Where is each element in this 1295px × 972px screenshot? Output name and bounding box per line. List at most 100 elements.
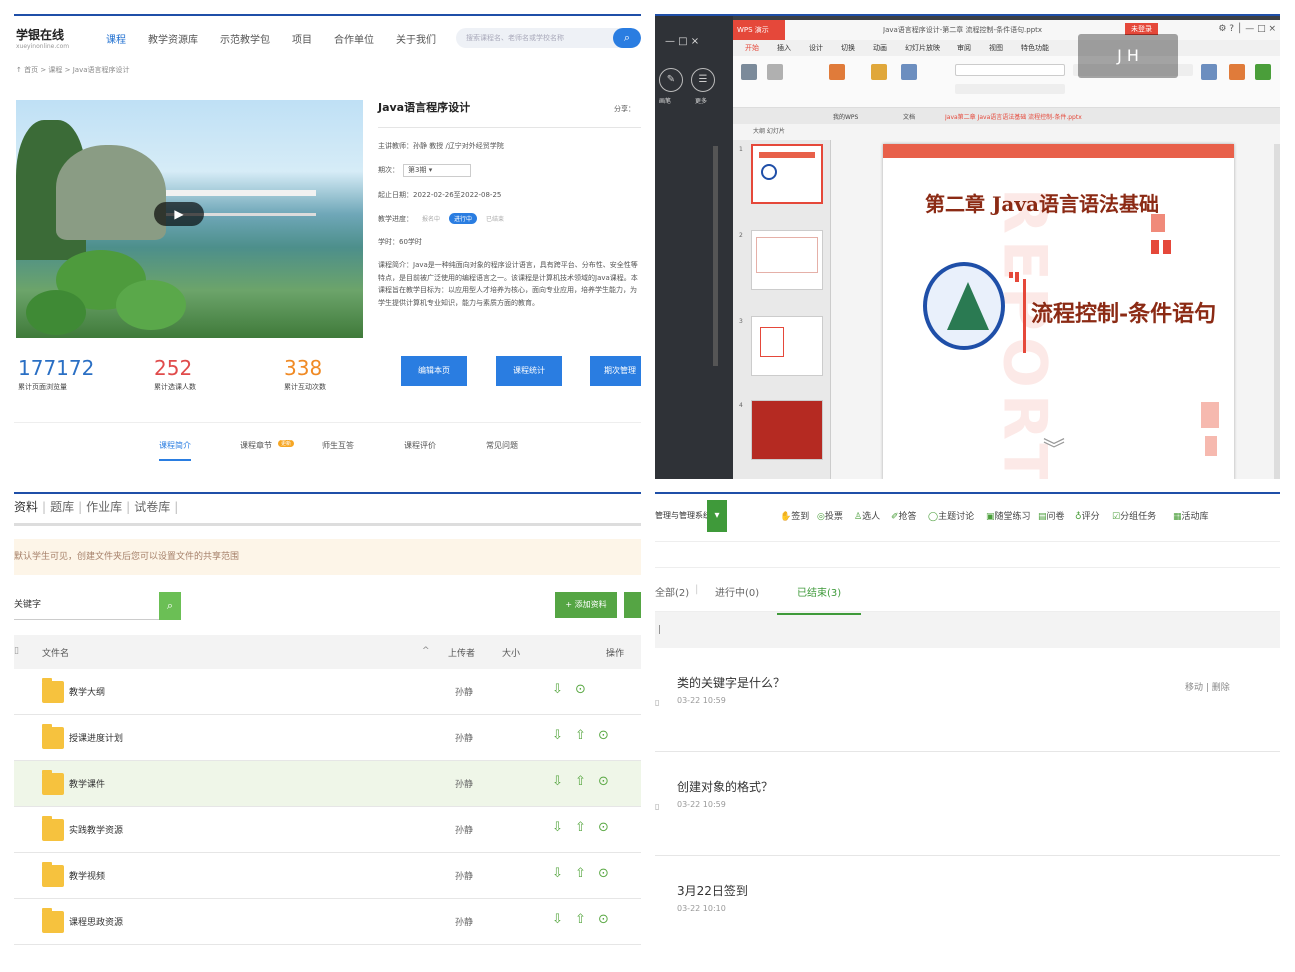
edit-page-button[interactable]: 编辑本页 bbox=[401, 356, 467, 386]
tab-homework-bank[interactable]: 作业库 bbox=[86, 500, 122, 514]
row-action-icons[interactable]: ⇩ ⊙ bbox=[552, 682, 590, 697]
window-controls-icon[interactable]: ⚙ ? │ — □ × bbox=[1218, 24, 1276, 34]
cut-icon[interactable] bbox=[767, 64, 783, 80]
term-manage-button[interactable]: 期次管理 bbox=[590, 356, 641, 386]
slide-thumb-2[interactable] bbox=[751, 230, 823, 290]
table-row[interactable]: 教学大纲 孙静 ⇩ ⊙ bbox=[14, 669, 641, 715]
table-row[interactable]: 课程思政资源 孙静 ⇩ ⇧ ⊙ bbox=[14, 899, 641, 945]
tool-survey[interactable]: ▤问卷 bbox=[1038, 509, 1065, 522]
list-item[interactable]: 3月22日签到 03-22 10:10 bbox=[655, 856, 1280, 958]
term-select[interactable]: 第3期 ▾ bbox=[403, 164, 471, 177]
tab-animation[interactable]: 动画 bbox=[873, 43, 887, 53]
table-row[interactable]: 授课进度计划 孙静 ⇩ ⇧ ⊙ bbox=[14, 715, 641, 761]
tool-sign-in[interactable]: ✋签到 bbox=[780, 509, 809, 522]
tab-faq[interactable]: 常见问题 bbox=[486, 440, 518, 451]
keyword-search-input[interactable]: 关键字 bbox=[14, 592, 159, 620]
font-select[interactable] bbox=[955, 64, 1065, 76]
tab-special[interactable]: 特色功能 bbox=[1021, 43, 1049, 53]
tab-all[interactable]: 全部(2) bbox=[655, 584, 689, 599]
current-slide[interactable]: REPORT 第二章 Java语言语法基础 流程控制-条件语句 ︾ bbox=[883, 144, 1234, 479]
list-item[interactable]: 类的关键字是什么？ ▯ 03-22 10:59 移动 | 删除 bbox=[655, 648, 1280, 752]
tab-materials[interactable]: 资料 bbox=[14, 500, 38, 514]
tab-question-bank[interactable]: 题库 bbox=[50, 500, 74, 514]
class-select[interactable]: 管理与管理系统... ▾ bbox=[655, 500, 727, 532]
tab-reviews[interactable]: 课程评价 bbox=[404, 440, 436, 451]
doc-tab-mywps[interactable]: 我的WPS bbox=[833, 112, 858, 121]
tool-group-task[interactable]: ☑分组任务 bbox=[1112, 509, 1156, 522]
tab-exam-bank[interactable]: 试卷库 bbox=[134, 500, 170, 514]
search-button[interactable]: ⌕ bbox=[613, 28, 641, 48]
table-row[interactable]: 教学课件 孙静 ⇩ ⇧ ⊙ bbox=[14, 761, 641, 807]
row-action-icons[interactable]: ⇩ ⇧ ⊙ bbox=[552, 912, 613, 927]
minimize-icon[interactable]: — □ × bbox=[665, 36, 699, 47]
table-row[interactable]: 实践教学资源 孙静 ⇩ ⇧ ⊙ bbox=[14, 807, 641, 853]
layout-icon[interactable] bbox=[901, 64, 917, 80]
nav-item-courses[interactable]: 课程 bbox=[106, 31, 126, 46]
tab-review[interactable]: 审阅 bbox=[957, 43, 971, 53]
tool-rush-answer[interactable]: ✐抢答 bbox=[891, 509, 917, 522]
tab-home[interactable]: 开始 bbox=[745, 43, 759, 53]
tool-rating[interactable]: ♁评分 bbox=[1075, 509, 1100, 522]
nav-item-projects[interactable]: 项目 bbox=[292, 31, 312, 46]
tab-intro[interactable]: 课程简介 bbox=[159, 440, 191, 461]
doc-tab-current[interactable]: Java第二章 Java语言语法基础 流程控制-条件.pptx bbox=[945, 112, 1095, 121]
menu-icon[interactable]: ☰ bbox=[691, 68, 715, 92]
tool-vote[interactable]: ◎投票 bbox=[817, 509, 843, 522]
paste-icon[interactable] bbox=[741, 64, 757, 80]
course-video-cover[interactable]: ▶ bbox=[16, 100, 363, 338]
row-action-icons[interactable]: ⇩ ⇧ ⊙ bbox=[552, 866, 613, 881]
activity-title[interactable]: 创建对象的格式？ bbox=[677, 778, 773, 795]
sort-icon[interactable]: ^ bbox=[422, 646, 430, 656]
tab-view[interactable]: 视图 bbox=[989, 43, 1003, 53]
more-button[interactable] bbox=[624, 592, 641, 618]
tab-chapters[interactable]: 课程章节 bbox=[240, 440, 272, 451]
share-link[interactable]: 分享： bbox=[614, 104, 635, 114]
font-style-tools[interactable] bbox=[955, 84, 1065, 94]
nav-item-about[interactable]: 关于我们 bbox=[396, 31, 436, 46]
scrollbar[interactable] bbox=[713, 146, 718, 366]
outline-slides-toggle[interactable]: 大纲 幻灯片 bbox=[753, 126, 785, 135]
slide-thumb-1[interactable] bbox=[751, 144, 823, 204]
course-stats-button[interactable]: 课程统计 bbox=[496, 356, 562, 386]
app-menu[interactable]: WPS 演示 bbox=[733, 20, 785, 40]
tab-slideshow[interactable]: 幻灯片放映 bbox=[905, 43, 940, 53]
nav-item-partners[interactable]: 合作单位 bbox=[334, 31, 374, 46]
nav-item-resources[interactable]: 教学资源库 bbox=[148, 31, 198, 46]
row-action-icons[interactable]: ⇩ ⇧ ⊙ bbox=[552, 728, 613, 743]
tool-discussion[interactable]: ◯主题讨论 bbox=[928, 509, 974, 522]
tab-insert[interactable]: 插入 bbox=[777, 43, 791, 53]
select-all-checkbox[interactable]: ▯ bbox=[14, 646, 19, 656]
activity-title[interactable]: 类的关键字是什么？ bbox=[677, 674, 785, 691]
row-action-icons[interactable]: ⇩ ⇧ ⊙ bbox=[552, 774, 613, 789]
site-logo[interactable]: 学银在线 xueyinonline.com bbox=[14, 26, 84, 50]
scrollbar[interactable] bbox=[1274, 144, 1280, 479]
tab-qa[interactable]: 师生互答 bbox=[322, 440, 354, 451]
list-item[interactable]: 创建对象的格式？ ▯ 03-22 10:59 bbox=[655, 752, 1280, 856]
add-material-button[interactable]: + 添加资料 bbox=[555, 592, 617, 618]
search-input[interactable]: 搜索课程名、老师名或学校名称 ⌕ bbox=[456, 28, 641, 48]
tab-design[interactable]: 设计 bbox=[809, 43, 823, 53]
tab-finished[interactable]: 已结束(3) bbox=[777, 584, 862, 615]
textbox-icon[interactable] bbox=[1201, 64, 1217, 80]
play-icon[interactable]: ▶ bbox=[154, 202, 204, 226]
move-delete-actions[interactable]: 移动 | 删除 bbox=[1185, 680, 1230, 693]
nav-item-packages[interactable]: 示范教学包 bbox=[220, 31, 270, 46]
search-button[interactable]: ⌕ bbox=[159, 592, 181, 620]
tool-pick[interactable]: ♙选人 bbox=[854, 509, 880, 522]
slide-thumb-3[interactable] bbox=[751, 316, 823, 376]
chevron-down-icon[interactable]: ︾ bbox=[1043, 432, 1065, 464]
from-start-icon[interactable] bbox=[829, 64, 845, 80]
row-action-icons[interactable]: ⇩ ⇧ ⊙ bbox=[552, 820, 613, 835]
tool-activity-library[interactable]: ▦活动库 bbox=[1173, 509, 1209, 522]
pen-icon[interactable]: ✎ bbox=[659, 68, 683, 92]
new-slide-icon[interactable] bbox=[871, 64, 887, 80]
arrange-icon[interactable] bbox=[1255, 64, 1271, 80]
activity-title[interactable]: 3月22日签到 bbox=[677, 882, 748, 899]
table-row[interactable]: 教学视频 孙静 ⇩ ⇧ ⊙ bbox=[14, 853, 641, 899]
tool-practice[interactable]: ▣随堂练习 bbox=[986, 509, 1031, 522]
tab-in-progress[interactable]: 进行中(0) bbox=[715, 584, 759, 599]
tab-transition[interactable]: 切换 bbox=[841, 43, 855, 53]
doc-tab-docs[interactable]: 文档 bbox=[903, 112, 915, 121]
slide-thumb-4[interactable] bbox=[751, 400, 823, 460]
shape-icon[interactable] bbox=[1229, 64, 1245, 80]
